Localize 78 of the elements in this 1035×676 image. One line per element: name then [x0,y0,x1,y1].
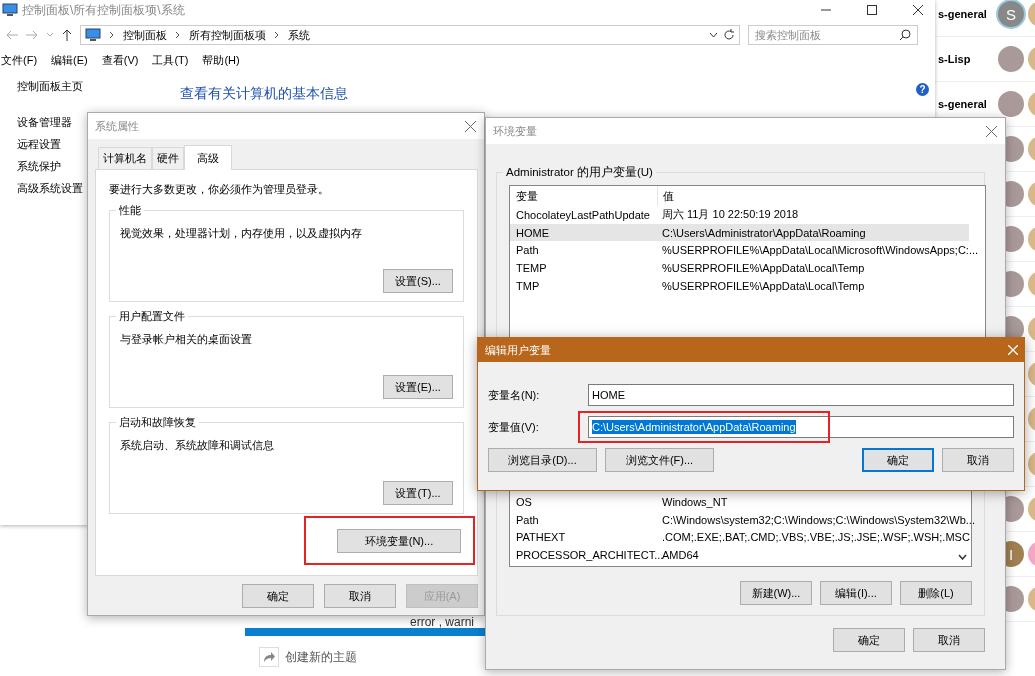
settings-button[interactable]: 设置(S)... [383,269,453,293]
search-icon [899,29,911,41]
group-title: 用户配置文件 [116,309,188,324]
list-row[interactable]: Path %USERPROFILE%\AppData\Local\Microsoft\WindowsApps;C:... [510,241,985,260]
close-icon[interactable] [913,5,923,15]
channel-name[interactable]: s-Lisp [938,53,994,65]
list-action-button[interactable]: 编辑(I)... [820,581,892,605]
field-label: 变量值(V): [488,419,540,435]
close-icon[interactable] [986,125,997,137]
list-row[interactable]: ChocolateyLastPathUpdate 周六 11月 10 22:50:19 2018 [510,206,985,224]
tab[interactable]: 硬件 [152,147,184,169]
group-description: 与登录帐户相关的桌面设置 [120,332,253,347]
message-text: error , warni [410,617,474,628]
list-row[interactable]: PATHEXT .COM;.EXE;.BAT;.CMD;.VBS;.VBE;.JS;.JSE;.WSF;.WSH;.MSC [510,528,971,547]
tab[interactable]: 计算机名 [98,147,152,169]
address-bar[interactable]: 控制面板 所有控制面板项 系统 [80,25,740,45]
breadcrumb-item[interactable]: 控制面板 [123,27,167,43]
search-field[interactable]: 搜索控制面板 [748,25,918,45]
dialog-button[interactable]: 确定 [242,584,314,608]
group-description: 系统启动、系统故障和调试信息 [120,438,275,453]
refresh-icon[interactable] [723,29,735,41]
avatar[interactable]: S [998,1,1024,27]
back-arrow-icon[interactable] [6,30,18,40]
forward-arrow-icon[interactable] [26,30,38,40]
dialog-button[interactable]: 确定 [862,448,934,472]
maximize-icon[interactable] [867,5,877,15]
list-row[interactable]: OS Windows_NT [510,493,971,511]
dialog-button[interactable]: 取消 [324,584,396,608]
up-arrow-icon[interactable] [62,29,72,41]
help-icon[interactable]: ? [916,83,929,96]
browse-button[interactable]: 浏览目录(D)... [488,448,597,472]
browse-button[interactable]: 浏览文件(F)... [605,448,714,472]
breadcrumb-item[interactable]: 所有控制面板项 [189,27,266,43]
menu-item[interactable]: 编辑(E) [51,52,88,68]
menu-item[interactable]: 帮助(H) [202,52,240,68]
dropdown-icon[interactable] [709,32,718,38]
dialog-button[interactable]: 取消 [942,448,1014,472]
input-field[interactable]: C:\Users\Administrator\AppData\Roaming [588,416,1014,438]
group-description: 视觉效果，处理器计划，内存使用，以及虚拟内存 [120,226,363,241]
close-icon[interactable] [465,120,476,132]
dialog-button[interactable]: 取消 [913,628,985,652]
list-action-button[interactable]: 删除(L) [900,581,972,605]
breadcrumb-item[interactable]: 系统 [288,27,310,43]
notice-text: 要进行大多数更改，你必须作为管理员登录。 [109,182,330,197]
input-field[interactable]: HOME [588,384,1014,406]
menu-item[interactable]: 文件(F) [1,52,38,68]
column-header[interactable]: 变量 [516,188,657,204]
group-title: 启动和故障恢复 [116,415,199,430]
settings-button[interactable]: 设置(E)... [383,375,453,399]
window-title: 控制面板\所有控制面板项\系统 [22,1,185,19]
environment-variables-button[interactable]: 环境变量(N)... [337,529,461,553]
column-header[interactable]: 值 [657,186,674,206]
dialog-title: 系统属性 [95,118,139,134]
menu-item[interactable]: 工具(T) [152,52,189,68]
sidebar-link[interactable]: 控制面板主页 [17,79,180,94]
page-heading: 查看有关计算机的基本信息 [180,85,348,101]
avatar[interactable] [998,46,1024,72]
list-row[interactable]: TMP %USERPROFILE%\AppData\Local\Temp [510,276,985,295]
dialog-title: 环境变量 [493,123,537,139]
avatar[interactable] [998,91,1024,117]
list-row[interactable]: HOME C:\Users\Administrator\AppData\Roaming [510,223,969,242]
field-label: 变量名(N): [488,387,541,403]
dialog-button[interactable]: 确定 [833,628,905,652]
list-row[interactable]: PROCESSOR_ARCHITECT...AMD64 [510,546,971,564]
group-title: Administrator 的用户变量(U) [503,165,656,180]
list-action-button[interactable]: 新建(W)... [740,581,812,605]
dialog-title: 编辑用户变量 [485,342,551,358]
monitor-icon [85,28,101,42]
settings-button[interactable]: 设置(T)... [383,481,453,505]
tab[interactable]: 高级 [184,145,232,170]
menu-item[interactable]: 查看(V) [101,52,139,68]
scroll-down-icon[interactable] [958,554,967,560]
list-row[interactable]: TEMP %USERPROFILE%\AppData\Local\Temp [510,259,985,277]
monitor-icon [2,3,18,17]
group-title: 性能 [116,203,144,218]
channel-name[interactable]: s-general [938,98,994,110]
channel-name[interactable]: s-general [938,8,994,20]
create-topic-link[interactable]: 创建新的主题 [285,648,357,666]
